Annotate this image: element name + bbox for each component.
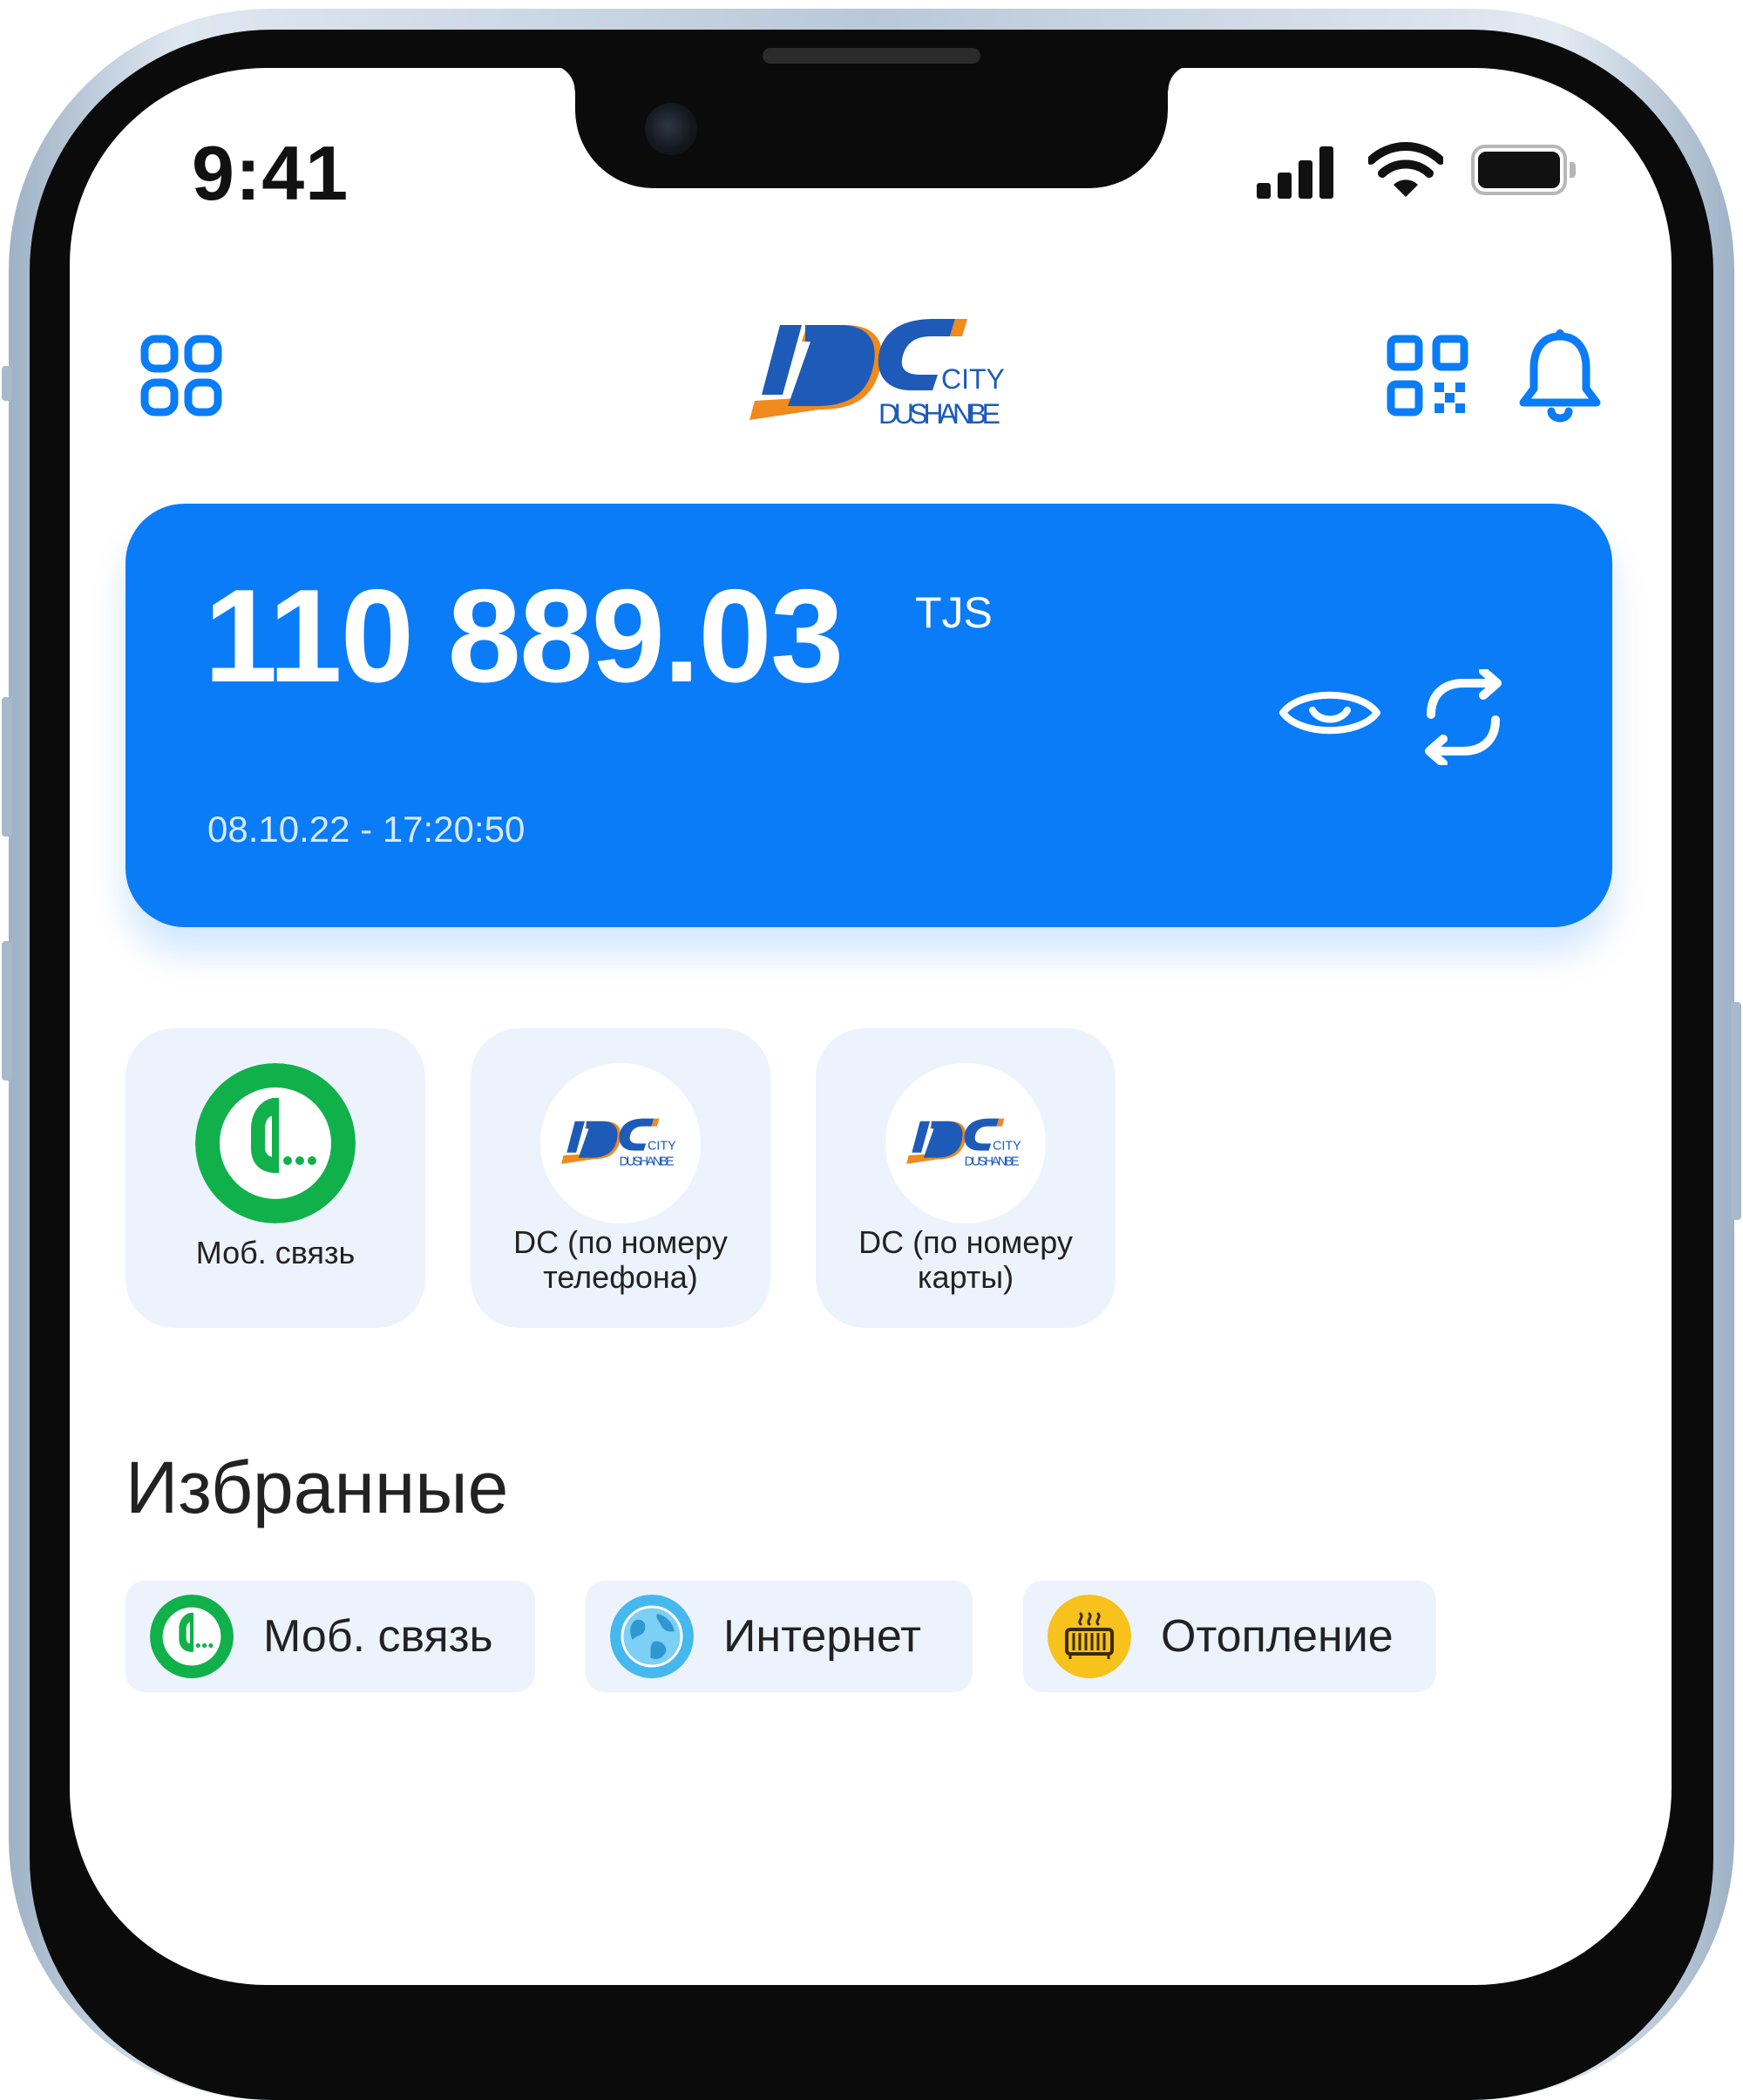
logo-text-dushanbe: DUSHANBE	[965, 1155, 1020, 1169]
dc-city-logo: CITY DUSHANBE	[749, 319, 1005, 430]
wifi-icon	[1368, 142, 1443, 197]
service-tile-label: DC (по номеру карты)	[858, 1224, 1073, 1295]
speaker-grille	[763, 48, 980, 64]
megafon-logo-icon	[150, 1595, 234, 1678]
refresh-icon[interactable]	[1415, 669, 1511, 765]
megafon-logo-icon	[195, 1063, 356, 1223]
side-button	[1731, 1002, 1741, 1220]
favorite-label: Моб. связь	[263, 1611, 493, 1662]
logo-text-city: CITY	[941, 363, 1005, 395]
favorites-title: Избранные	[125, 1446, 509, 1528]
balance-updated-timestamp: 08.10.22 - 17:20:50	[207, 809, 526, 850]
side-button	[2, 941, 12, 1080]
qr-code-icon[interactable]	[1386, 334, 1469, 417]
service-tile-dc-card[interactable]: CITY DUSHANBE DC (по номеру карты)	[816, 1028, 1116, 1328]
favorite-mobile[interactable]: Моб. связь	[125, 1581, 535, 1692]
front-camera	[645, 103, 697, 155]
logo-text-dushanbe: DUSHANBE	[878, 398, 1000, 430]
balance-currency: TJS	[915, 588, 993, 637]
heater-icon	[1048, 1595, 1131, 1678]
logo-text-city: CITY	[648, 1140, 676, 1154]
globe-icon	[610, 1595, 694, 1678]
service-tile-label: Моб. связь	[195, 1235, 356, 1270]
side-button	[2, 366, 12, 401]
favorite-internet[interactable]: Интернет	[586, 1581, 973, 1692]
service-tile-mobile[interactable]: Моб. связь	[125, 1028, 425, 1328]
logo-text-dushanbe: DUSHANBE	[620, 1155, 675, 1169]
favorite-label: Отопление	[1161, 1611, 1394, 1662]
cellular-signal-icon	[1257, 143, 1335, 199]
menu-grid-icon[interactable]	[139, 334, 223, 417]
app-screen: 9:41 CITY DUSHANBE 110 889.03 TJS 08.10.…	[70, 68, 1672, 1985]
status-time: 9:41	[192, 130, 349, 216]
dc-city-logo-icon: CITY DUSHANBE	[885, 1063, 1046, 1223]
battery-icon	[1471, 145, 1576, 197]
dc-city-logo-icon: CITY DUSHANBE	[540, 1063, 701, 1223]
notification-bell-icon[interactable]	[1516, 328, 1604, 423]
logo-text-city: CITY	[993, 1140, 1021, 1154]
service-tile-dc-phone[interactable]: CITY DUSHANBE DC (по номеру телефона)	[471, 1028, 770, 1328]
side-button	[2, 697, 12, 837]
favorite-heating[interactable]: Отопление	[1023, 1581, 1436, 1692]
eye-icon[interactable]	[1278, 682, 1382, 743]
balance-card[interactable]: 110 889.03 TJS 08.10.22 - 17:20:50	[125, 504, 1612, 927]
balance-amount: 110 889.03	[204, 562, 844, 710]
service-tile-label: DC (по номеру телефона)	[513, 1224, 728, 1295]
favorite-label: Интернет	[723, 1611, 921, 1662]
